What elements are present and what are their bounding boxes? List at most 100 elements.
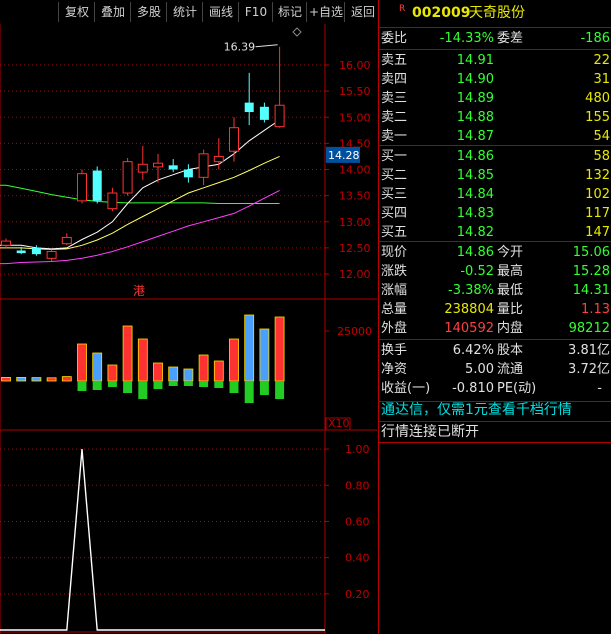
volume-bar	[259, 328, 270, 382]
level-volume: 31	[593, 72, 610, 87]
volume-bar-lower	[183, 381, 193, 386]
label: 收益(一)	[381, 381, 431, 396]
quote-row-change: 涨跌 -0.52 最高 15.28	[379, 262, 611, 281]
level-price: 14.86	[456, 149, 494, 164]
volume-bar-lower	[244, 381, 254, 403]
label: 今开	[497, 245, 524, 260]
candle-body	[1, 240, 11, 246]
price-change: -0.52	[460, 264, 494, 279]
volume-bar-lower	[229, 381, 239, 393]
level-volume: 22	[593, 53, 610, 68]
level-label: 买五	[381, 225, 408, 240]
volume-bar-lower	[92, 381, 102, 390]
marker-label: 港	[133, 284, 145, 298]
level-volume: 147	[585, 225, 610, 240]
axis-labels: 16.0015.5015.0014.5014.0013.5013.0012.50…	[133, 27, 372, 601]
level-label: 买三	[381, 187, 408, 202]
volume-bar	[31, 377, 42, 382]
promo-text[interactable]: 通达信，仅需1元查看千档行情	[381, 401, 572, 420]
volume-pane	[1, 314, 285, 403]
candle-body	[153, 162, 163, 168]
chart-toolbar: 复权 叠加 多股 统计 画线 F10 标记 +自选 返回	[0, 0, 377, 24]
candle-body	[259, 106, 269, 120]
toolbar-button-3[interactable]: 统计	[166, 2, 203, 22]
level-label: 卖二	[381, 110, 408, 125]
label: 最高	[497, 264, 524, 279]
pe-ratio: -	[597, 381, 602, 396]
divider	[379, 339, 611, 340]
float-shares: 3.72亿	[568, 362, 610, 377]
volume-bar-lower	[123, 381, 133, 393]
toolbar-button-5[interactable]: F10	[238, 2, 273, 22]
stock-code: 002009	[412, 5, 471, 21]
level-volume: 155	[585, 110, 610, 125]
price-tick-label: 12.50	[339, 242, 371, 255]
volume-bar-lower	[77, 381, 87, 391]
volume-bar	[46, 377, 57, 382]
inner-volume: 98212	[568, 321, 610, 336]
toolbar-button-0[interactable]: 复权	[58, 2, 95, 22]
volume-bar	[107, 364, 118, 382]
volume-bar	[61, 376, 72, 382]
toolbar-button-4[interactable]: 画线	[202, 2, 239, 22]
volume-bar	[213, 360, 224, 382]
price-tick-label: 16.00	[339, 59, 371, 72]
buy-level-row: 买二 14.85 132	[379, 166, 611, 185]
level-price: 14.82	[456, 225, 494, 240]
level-volume: 117	[585, 206, 610, 221]
divider	[379, 241, 611, 242]
volume-bar-lower	[138, 381, 148, 399]
volume-bar-lower	[275, 381, 285, 399]
fund-row-2: 净资 5.00 流通 3.72亿	[379, 360, 611, 379]
eps: -0.810	[452, 381, 494, 396]
quote-row-outer-inner: 外盘 140592 内盘 98212	[379, 319, 611, 338]
level-label: 买二	[381, 168, 408, 183]
level-label: 买四	[381, 206, 408, 221]
candle-body	[31, 247, 41, 255]
indicator-tick-label: 0.60	[345, 515, 370, 528]
price-tick-label: 12.00	[339, 268, 371, 281]
candle-body	[198, 153, 209, 178]
volume-bar	[168, 366, 179, 382]
toolbar-button-2[interactable]: 多股	[130, 2, 167, 22]
candle-body	[244, 102, 254, 113]
current-price-text: 14.28	[328, 149, 360, 162]
buy-level-row: 买四 14.83 117	[379, 204, 611, 223]
level-label: 买一	[381, 149, 408, 164]
total-volume: 238804	[444, 302, 494, 317]
label: 外盘	[381, 321, 408, 336]
price-tick-label: 13.00	[339, 216, 371, 229]
net-asset: 5.00	[465, 362, 494, 377]
stock-badge: R	[399, 4, 406, 14]
indicator-tick-label: 0.40	[345, 552, 370, 565]
price-change-pct: -3.38%	[448, 283, 494, 298]
low-price: 14.31	[572, 283, 610, 298]
candle-body	[107, 192, 118, 210]
volume-bar	[122, 325, 133, 382]
level-price: 14.89	[456, 91, 494, 106]
volume-bar	[229, 338, 239, 382]
connection-status: 行情连接已断开	[379, 423, 611, 442]
toolbar-button-1[interactable]: 叠加	[94, 2, 131, 22]
price-pane	[0, 46, 285, 265]
level-price: 14.85	[456, 168, 494, 183]
divider	[379, 49, 611, 50]
toolbar-button-7[interactable]: +自选	[306, 2, 345, 22]
candle-body	[213, 155, 224, 163]
divider	[379, 421, 611, 422]
level-price: 14.83	[456, 206, 494, 221]
label: 涨跌	[381, 264, 408, 279]
volume-bar	[153, 362, 163, 382]
promo-link[interactable]: 通达信，仅需1元查看千档行情	[379, 401, 611, 420]
price-tick-label: 13.50	[339, 190, 371, 203]
sell-level-row: 卖五 14.91 22	[379, 51, 611, 70]
indicator-line	[0, 449, 325, 631]
label: 量比	[497, 302, 524, 317]
toolbar-button-6[interactable]: 标记	[272, 2, 307, 22]
toolbar-button-8[interactable]: 返回	[344, 2, 381, 22]
level-volume: 54	[593, 129, 610, 144]
high-annotation: 16.39	[224, 41, 256, 54]
volume-bar-lower	[107, 381, 117, 387]
chart-area[interactable]: 16.0015.5015.0014.5014.0013.5013.0012.50…	[0, 24, 377, 634]
volume-bar	[274, 316, 285, 382]
